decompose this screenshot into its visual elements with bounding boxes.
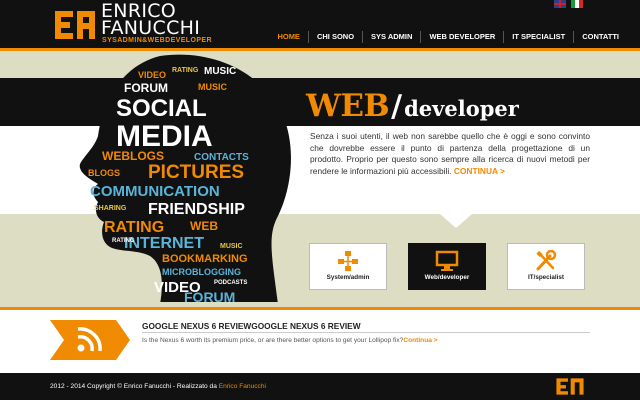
head-word: INTERNET	[124, 235, 204, 252]
service-label: Web/developer	[424, 274, 470, 281]
network-icon	[338, 251, 358, 271]
head-word: COMMUNICATION	[90, 183, 220, 200]
news-excerpt: Is the Nexus 6 worth its premium price, …	[142, 337, 438, 344]
service-card-system-admin[interactable]: System/admin	[309, 243, 387, 290]
svg-text:MUSIC: MUSIC	[198, 82, 228, 92]
head-word: SHARING	[94, 205, 127, 212]
footer-copyright: 2012 - 2014 Copyright © Enrico Fanucchi …	[50, 383, 266, 390]
head-word: RATING	[112, 238, 135, 244]
language-switcher	[549, 0, 583, 18]
hero-description: Senza i suoi utenti, il web non sarebbe …	[310, 131, 590, 177]
hero-continue-link[interactable]: CONTINUA >	[454, 166, 505, 176]
head-word: PICTURES	[148, 162, 244, 183]
hero-title-slash: /	[391, 89, 403, 124]
active-service-pointer	[440, 214, 472, 228]
svg-text:VIDEO: VIDEO	[138, 70, 166, 80]
head-word: PODCASTS	[214, 280, 247, 286]
head-word: FORUM	[124, 81, 168, 95]
hero-title-secondary: developer	[404, 96, 519, 121]
nav-item-contatti[interactable]: CONTATTI	[573, 31, 627, 43]
footer-author-link[interactable]: Enrico Fanucchi	[219, 383, 266, 390]
hero-title: WEB/developer	[306, 86, 519, 124]
news-excerpt-text: Is the Nexus 6 worth its premium price, …	[142, 337, 404, 344]
service-card-web-developer[interactable]: Web/developer	[408, 243, 486, 290]
brand-tagline: SYSADMIN&WEBDEVELOPER	[102, 37, 212, 44]
nav-item-it-specialist[interactable]: IT SPECIALIST	[503, 31, 573, 43]
service-label: System/admin	[326, 274, 370, 281]
news-divider	[142, 332, 590, 333]
head-word: WEBLOGS	[102, 149, 164, 163]
head-word: BOOKMARKING	[162, 253, 248, 265]
uk-flag-icon[interactable]	[554, 0, 566, 8]
head-word: MUSIC	[204, 66, 236, 77]
main-nav: HOME CHI SONO SYS ADMIN WEB DEVELOPER IT…	[269, 31, 627, 43]
head-word: MICROBLOGGING	[162, 267, 241, 277]
italy-flag-icon[interactable]	[571, 0, 583, 8]
social-media-head-illustration: VIDEO RATING MUSIC FORUM MUSIC SOCIAL ME…	[79, 54, 291, 304]
hero-title-primary: WEB	[306, 88, 390, 124]
news-continue-link[interactable]: Continua >	[403, 337, 437, 344]
head-word: WEB	[190, 219, 218, 233]
nav-item-chi-sono[interactable]: CHI SONO	[307, 31, 362, 43]
hero-body: Senza i suoi utenti, il web non sarebbe …	[310, 131, 590, 176]
logo-mark[interactable]	[53, 9, 97, 41]
head-word: FRIENDSHIP	[148, 201, 245, 218]
nav-item-home[interactable]: HOME	[269, 31, 308, 43]
head-word: BLOGS	[88, 168, 120, 178]
brand-name-line2: FANUCCHI	[101, 17, 201, 39]
rss-icon[interactable]	[50, 320, 130, 360]
news-top-band	[0, 302, 640, 307]
tools-icon	[536, 250, 557, 271]
monitor-icon	[435, 250, 459, 271]
service-card-it-specialist[interactable]: IT/specialist	[507, 243, 585, 290]
head-word: SOCIAL	[116, 95, 207, 122]
head-word: MUSIC	[220, 243, 243, 250]
service-label: IT/specialist	[527, 274, 565, 281]
news-title[interactable]: GOOGLE NEXUS 6 REVIEWGOOGLE NEXUS 6 REVI…	[142, 321, 361, 331]
nav-item-sys-admin[interactable]: SYS ADMIN	[362, 31, 420, 43]
head-word: RATING	[104, 219, 164, 236]
footer-logo-icon[interactable]	[555, 377, 585, 396]
svg-text:RATING: RATING	[172, 67, 199, 74]
footer-copyright-text: 2012 - 2014 Copyright © Enrico Fanucchi …	[50, 383, 219, 390]
nav-item-web-developer[interactable]: WEB DEVELOPER	[420, 31, 503, 43]
brand-name[interactable]: ENRICO FANUCCHI	[101, 2, 201, 39]
